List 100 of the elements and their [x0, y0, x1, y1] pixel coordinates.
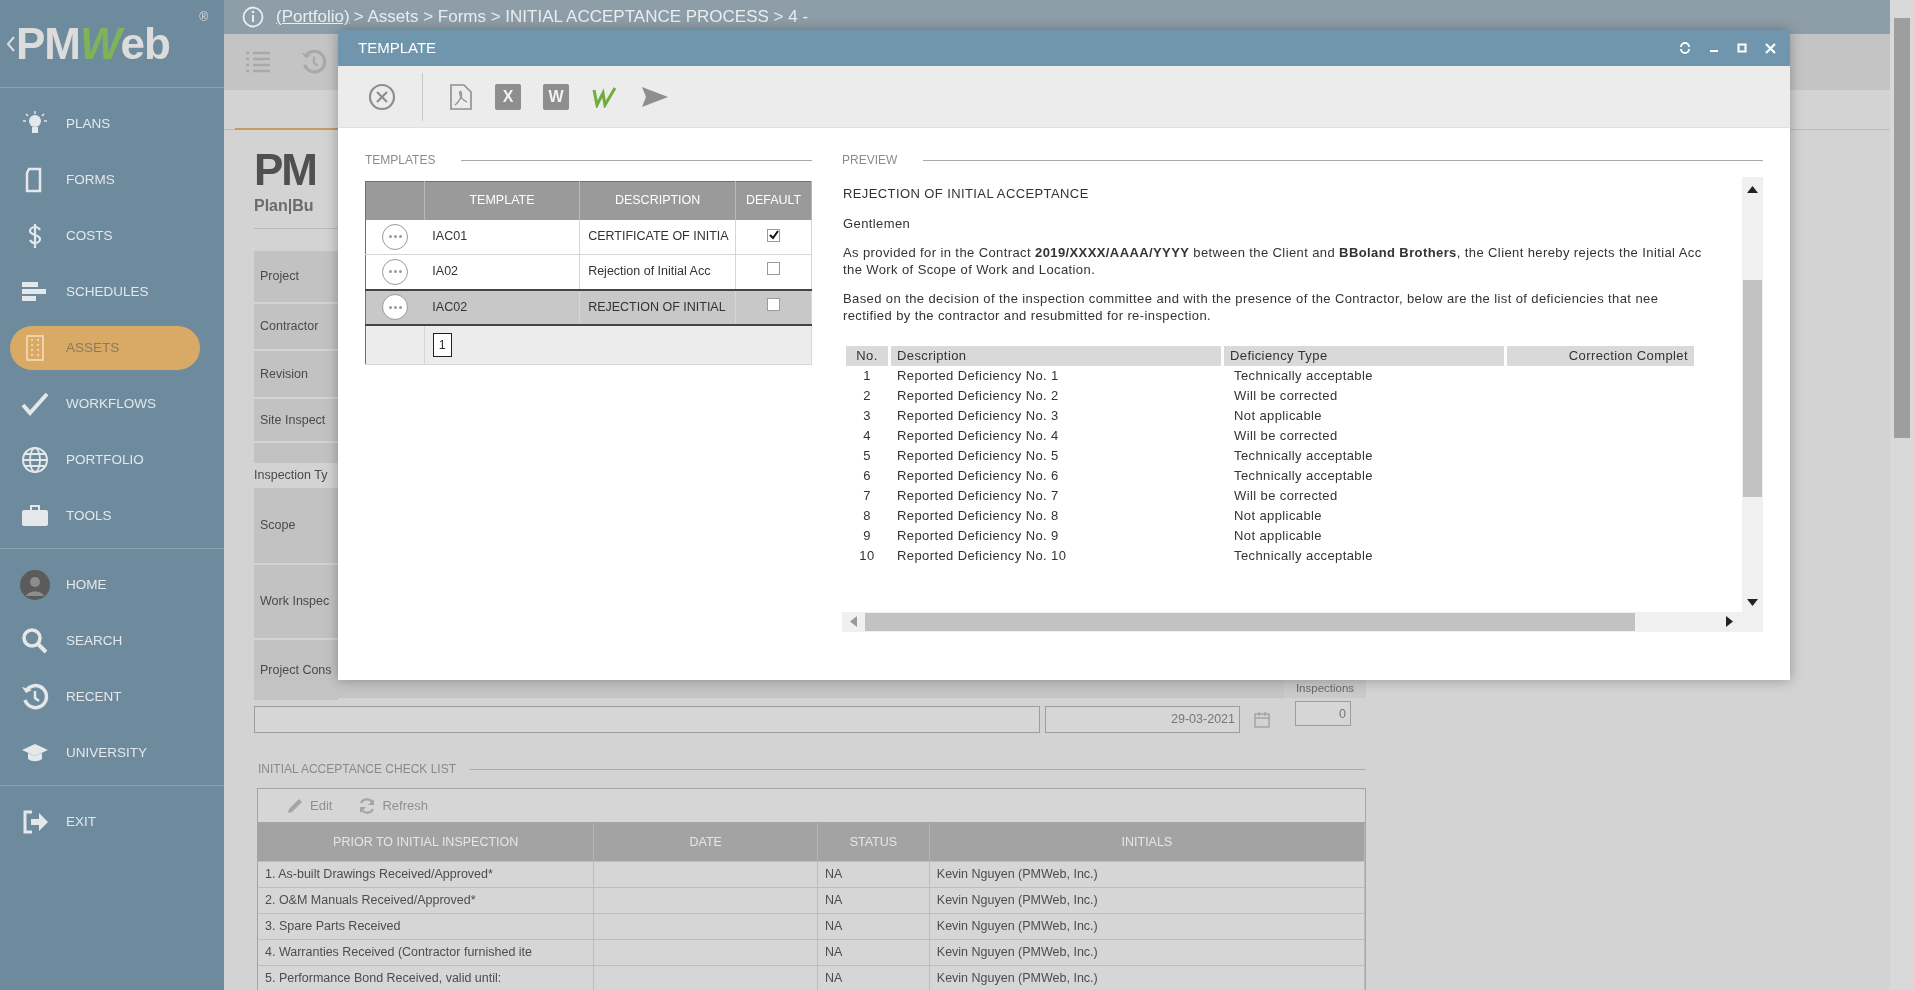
table-cell-text: Reported Deficiency No. 3 [896, 406, 1060, 425]
section-heading: TEMPLATES [365, 152, 436, 169]
table-cell: NA [818, 888, 930, 913]
table-cell: IAC02 [424, 289, 580, 325]
close-button[interactable] [368, 82, 396, 111]
table-cell-text: Reported Deficiency No. 2 [896, 386, 1060, 405]
maximize-icon[interactable] [1737, 43, 1747, 53]
table-cell: Kevin Nguyen (PMWeb, Inc.) [929, 862, 1365, 887]
table-cell-text: Not applicable [1233, 526, 1323, 545]
nav-item[interactable]: SCHEDULES [10, 270, 200, 314]
field-label: Project [254, 251, 338, 302]
right-arrow-icon[interactable] [1726, 616, 1733, 627]
export-button[interactable] [591, 85, 619, 108]
table-cell: Kevin Nguyen (PMWeb, Inc.) [929, 914, 1365, 939]
column-header: TEMPLATE [424, 181, 580, 220]
table-cell: NA [818, 940, 930, 965]
nav-item[interactable]: FORMS [10, 158, 200, 202]
send-button[interactable] [641, 84, 669, 109]
table-cell-text: Will be corrected [1233, 426, 1339, 445]
down-arrow-icon[interactable] [1747, 599, 1758, 606]
refresh-icon[interactable] [1679, 42, 1691, 54]
list-icon[interactable] [244, 49, 272, 75]
table-cell: NA [818, 966, 930, 990]
send-icon [641, 84, 669, 109]
avatar-icon [20, 570, 50, 600]
checkbox[interactable] [767, 297, 781, 311]
table-cell-text: Technically acceptable [1233, 366, 1374, 385]
column-header: DESCRIPTION [579, 181, 736, 220]
checkbox[interactable] [767, 228, 781, 242]
field-label: Contractor [254, 304, 338, 349]
up-arrow-icon[interactable] [1747, 186, 1758, 193]
table-row[interactable]: IAC01 CERTIFICATE OF INITIA [365, 219, 812, 255]
breadcrumb-link[interactable]: (Portfolio) [276, 4, 350, 30]
more-button[interactable] [382, 294, 409, 320]
table-cell-text: 2 [862, 386, 872, 405]
date-field[interactable]: 29-03-2021 [1045, 706, 1240, 733]
table-cell-text: Not applicable [1233, 506, 1323, 525]
history-icon [20, 682, 50, 712]
table-cell: 2. O&M Manuals Received/Approved* [258, 888, 595, 913]
checkbox[interactable] [767, 262, 781, 276]
table-cell: Kevin Nguyen (PMWeb, Inc.) [929, 888, 1365, 913]
input-field[interactable] [254, 706, 1040, 733]
section-heading: PREVIEW [842, 152, 898, 169]
nav-item[interactable]: EXIT [10, 800, 200, 844]
logo: PMWeb [16, 21, 170, 66]
section-heading: INITIAL ACCEPTANCE CHECK LIST [258, 761, 457, 778]
registered-mark: ® [199, 9, 208, 26]
nav-item[interactable]: UNIVERSITY [10, 731, 200, 775]
table-row[interactable]: IA02 Rejection of Initial Acc [365, 254, 812, 290]
column-header: PRIOR TO INITIAL INSPECTION [258, 823, 595, 861]
table-cell-text: Technically acceptable [1233, 466, 1374, 485]
nav-item[interactable]: PORTFOLIO [10, 438, 200, 482]
info-icon[interactable] [242, 6, 264, 28]
nav-item[interactable]: SEARCH [10, 619, 200, 663]
breadcrumb-path: > Assets > Forms > INITIAL ACCEPTANCE PROCESS > 4 - [353, 6, 809, 29]
nav-item[interactable]: WORKFLOWS [10, 382, 200, 426]
table-cell-text: 3 [862, 406, 872, 425]
field-label: Site Inspect [254, 399, 338, 441]
nav-item[interactable]: ASSETS [10, 326, 200, 370]
left-arrow-icon[interactable] [850, 616, 857, 627]
nav-item[interactable]: RECENT [10, 675, 200, 719]
table-cell: Kevin Nguyen (PMWeb, Inc.) [929, 940, 1365, 965]
scrollbar[interactable] [1890, 0, 1914, 990]
table-cell-text: Reported Deficiency No. 9 [896, 526, 1060, 545]
word-button[interactable]: W [543, 83, 569, 110]
table-cell: REJECTION OF INITIAL [579, 289, 736, 325]
field-label: Inspections [1284, 680, 1366, 698]
nav-item[interactable]: COSTS [10, 214, 200, 258]
zigzag-icon [591, 85, 619, 108]
globe-icon [20, 445, 50, 475]
table-cell-text: 7 [862, 486, 872, 505]
nav-item[interactable]: PLANS [10, 102, 200, 146]
table-cell-text: 5 [862, 446, 872, 465]
table-cell-text: Will be corrected [1233, 386, 1339, 405]
more-button[interactable] [382, 258, 409, 285]
close-icon[interactable] [1765, 42, 1776, 54]
tagline: Plan|Bu [254, 196, 315, 216]
column-header: DATE [594, 823, 818, 861]
nav-item[interactable]: TOOLS [10, 494, 200, 538]
more-button[interactable] [382, 223, 409, 250]
scrollbar[interactable] [842, 612, 1763, 632]
scrollbar[interactable] [1742, 177, 1763, 612]
table-cell: 3. Spare Parts Received [258, 914, 595, 939]
pdf-button[interactable] [449, 82, 473, 111]
field-label: Scope [254, 488, 338, 563]
field-label: Work Inspec [254, 565, 338, 638]
table-row[interactable]: IAC02 REJECTION OF INITIAL [365, 289, 812, 325]
field-label: Inspection Ty [254, 467, 329, 485]
history-icon[interactable] [300, 48, 328, 76]
nav-item[interactable]: HOME [10, 563, 200, 607]
column-header: No. [846, 346, 888, 366]
pencil-icon [286, 796, 304, 815]
page-button[interactable]: 1 [432, 332, 452, 357]
paragraph: As provided for in the Contract 2019/XXXX/AAAA/YYYY between the Client and BBoland Brothers, the Client hereby rejects the Initial Acc the Work of Scope of Work and Location. [843, 244, 1703, 278]
count-field[interactable]: 0 [1295, 701, 1351, 726]
excel-button[interactable]: X [495, 83, 521, 110]
edit-button[interactable]: Edit [286, 795, 333, 816]
calendar-icon[interactable] [1254, 711, 1270, 728]
table-cell-text: Reported Deficiency No. 8 [896, 506, 1060, 525]
refresh-button[interactable]: Refresh [358, 795, 428, 816]
